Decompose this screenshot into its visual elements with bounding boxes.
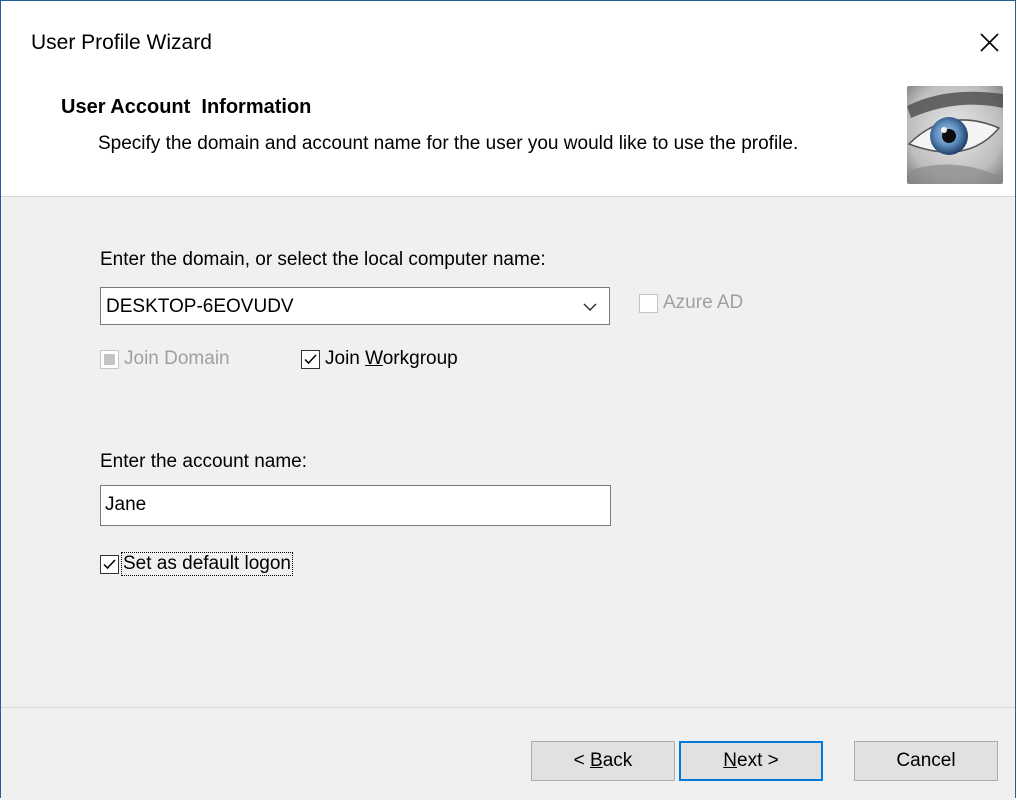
join-domain-checkbox-box: [100, 349, 119, 369]
account-name-input[interactable]: [105, 494, 600, 516]
azure-ad-label: Azure AD: [663, 292, 744, 313]
page-subtitle: Specify the domain and account name for …: [98, 133, 799, 154]
cancel-button[interactable]: Cancel: [854, 741, 998, 781]
window-title: User Profile Wizard: [31, 31, 212, 54]
back-button-label: < Back: [573, 750, 633, 771]
next-button-label: Next >: [723, 750, 779, 771]
page-title: User Account Information: [61, 96, 312, 118]
join-workgroup-checkbox-box: [301, 349, 320, 369]
azure-ad-checkbox-box: [639, 293, 658, 313]
default-logon-label: Set as default logon: [121, 552, 293, 576]
close-button[interactable]: [973, 27, 1005, 59]
join-domain-checkbox[interactable]: Join Domain: [100, 348, 230, 370]
title-bar: User Profile Wizard: [1, 1, 1015, 86]
domain-selected-value: DESKTOP-6EOVUDV: [106, 296, 294, 317]
next-button[interactable]: Next >: [679, 741, 823, 781]
domain-label: Enter the domain, or select the local co…: [100, 249, 546, 270]
domain-combobox[interactable]: DESKTOP-6EOVUDV: [100, 287, 610, 325]
default-logon-checkbox[interactable]: Set as default logon: [100, 552, 293, 576]
wizard-window: User Profile Wizard User Account Informa…: [0, 0, 1016, 800]
azure-ad-checkbox[interactable]: Azure AD: [639, 292, 743, 314]
account-name-label: Enter the account name:: [100, 451, 308, 472]
account-name-field[interactable]: [100, 485, 611, 526]
chevron-down-icon: [583, 303, 597, 312]
join-workgroup-checkbox[interactable]: Join Workgroup: [301, 348, 458, 370]
join-domain-label: Join Domain: [124, 348, 230, 369]
close-icon: [980, 33, 999, 52]
wizard-footer: < Back Next > Cancel: [1, 707, 1015, 800]
checkmark-icon: [103, 558, 116, 569]
join-workgroup-label: Join Workgroup: [325, 348, 458, 369]
eye-logo: [907, 86, 1003, 184]
wizard-content: Enter the domain, or select the local co…: [1, 197, 1015, 707]
default-logon-checkbox-box: [100, 554, 119, 574]
back-button[interactable]: < Back: [531, 741, 675, 781]
wizard-header: User Account Information Specify the dom…: [1, 86, 1015, 197]
checkmark-icon: [304, 353, 317, 364]
